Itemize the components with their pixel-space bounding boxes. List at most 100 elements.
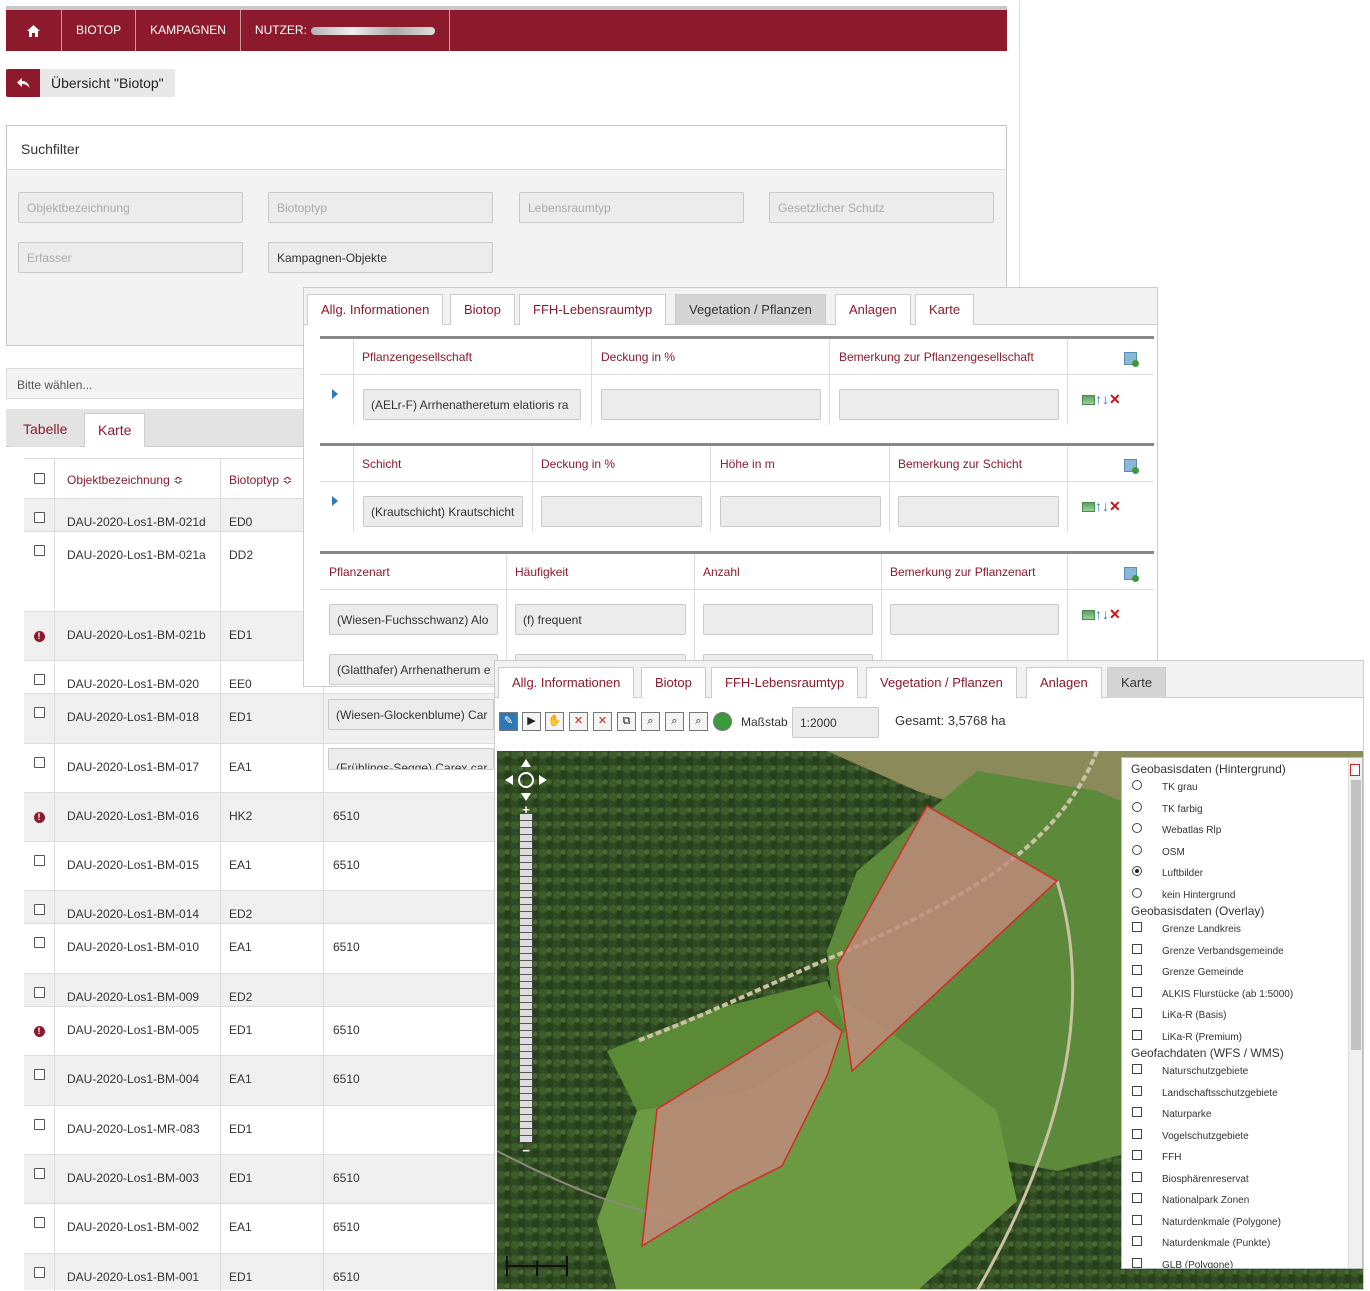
expand-arrow-icon[interactable] [332, 389, 338, 399]
tab-ffh-lebensraumtyp[interactable]: FFH-Lebensraumtyp [519, 294, 667, 325]
move-down-icon[interactable]: ↓ [1102, 498, 1109, 514]
nav-biotop[interactable]: BIOTOP [62, 10, 137, 51]
row-checkbox[interactable] [24, 1056, 54, 1083]
pflanzenart-input[interactable]: (Frühlings-Segge) Carex car [328, 748, 494, 770]
fach-layer-label-1[interactable]: Landschaftsschutzgebiete [1162, 1088, 1278, 1099]
row-checkbox[interactable] [24, 532, 54, 559]
row-checkbox[interactable] [24, 891, 54, 918]
layer-checkbox[interactable] [1132, 1128, 1142, 1139]
tab-vegetation-pflanzen[interactable]: Vegetation / Pflanzen [675, 294, 826, 325]
insert-row-icon[interactable] [1082, 502, 1095, 513]
table-row[interactable]: DAU-2020-Los1-MR-083 ED1 [24, 1105, 524, 1155]
back-button[interactable] [6, 69, 40, 97]
table-row[interactable]: DAU-2020-Los1-BM-010 EA1 6510 [24, 923, 524, 974]
delete-icon[interactable]: ✕ [1109, 606, 1121, 622]
zoom-out-icon[interactable]: ⌕ [689, 712, 708, 731]
delete-polygon-icon[interactable]: ✕ [593, 712, 612, 731]
row-checkbox[interactable] [24, 974, 54, 1001]
fach-layer-label-9[interactable]: GLB (Polygone) [1162, 1260, 1233, 1269]
hoehe-input[interactable] [720, 496, 881, 527]
layer-radio[interactable] [1132, 844, 1142, 855]
table-row[interactable]: DAU-2020-Los1-BM-009 ED2 [24, 973, 524, 1007]
nav-nutzer[interactable]: NUTZER: [241, 10, 450, 51]
split-icon[interactable]: ⧉ [617, 712, 636, 731]
layer-checkbox[interactable] [1132, 1064, 1142, 1074]
layer-checkbox[interactable] [1132, 1029, 1142, 1040]
row-checkbox[interactable] [24, 1106, 54, 1133]
background-layer-label-2[interactable]: Webatlas Rlp [1162, 825, 1221, 836]
table-row[interactable]: DAU-2020-Los1-BM-015 EA1 6510 [24, 841, 524, 891]
row-checkbox[interactable] [24, 694, 54, 721]
table-row[interactable]: DAU-2020-Los1-BM-001 ED1 6510 [24, 1253, 524, 1291]
pencil-icon[interactable]: ✎ [499, 712, 518, 731]
map-canvas[interactable]: + − Geobasisdaten (Hintergrund) TK grau TK… [497, 751, 1363, 1289]
row-checkbox[interactable] [24, 924, 54, 951]
table-row[interactable]: DAU-2020-Los1-BM-014 ED2 [24, 890, 524, 924]
layer-radio[interactable] [1132, 823, 1142, 833]
insert-row-icon[interactable] [1082, 395, 1095, 406]
layer-checkbox[interactable] [1132, 965, 1142, 975]
select-all-checkbox[interactable] [24, 459, 54, 487]
pflanzengesellschaft-input[interactable]: (AELr-F) Arrhenatheretum elatioris ra [363, 389, 581, 420]
tab-ffh-lebensraumtyp[interactable]: FFH-Lebensraumtyp [711, 667, 859, 698]
zoom-slider[interactable] [519, 813, 533, 1143]
background-layer-label-3[interactable]: OSM [1162, 847, 1185, 858]
delete-icon[interactable]: ✕ [1109, 498, 1121, 514]
add-row-icon[interactable] [1124, 567, 1139, 582]
table-row[interactable]: DAU-2020-Los1-BM-004 EA1 6510 [24, 1055, 524, 1106]
pflanzenart-input[interactable]: (Wiesen-Fuchsschwanz) Alo [329, 604, 498, 635]
layer-radio[interactable] [1132, 801, 1142, 812]
fach-layer-label-3[interactable]: Vogelschutzgebiete [1162, 1131, 1249, 1142]
add-row-icon[interactable] [1124, 459, 1139, 474]
table-row[interactable]: DAU-2020-Los1-BM-003 ED1 6510 [24, 1154, 524, 1204]
layer-checkbox[interactable] [1132, 1107, 1142, 1117]
tab-karte[interactable]: Karte [1107, 667, 1167, 698]
overlay-layer-label-0[interactable]: Grenze Landkreis [1162, 924, 1241, 935]
tab-anlagen[interactable]: Anlagen [835, 294, 911, 325]
insert-row-icon[interactable] [1082, 610, 1095, 621]
pointer-icon[interactable]: ▶ [522, 712, 541, 731]
nav-kampagnen[interactable]: KAMPAGNEN [136, 10, 241, 51]
anzahl-input[interactable] [703, 604, 873, 635]
layer-checkbox[interactable] [1132, 1008, 1142, 1018]
layer-checkbox[interactable] [1132, 1171, 1142, 1182]
layer-checkbox[interactable] [1132, 1193, 1142, 1203]
home-icon[interactable] [6, 10, 62, 51]
layer-checkbox[interactable] [1132, 1257, 1142, 1268]
bemerkung-schicht-input[interactable] [898, 496, 1059, 527]
layer-checkbox[interactable] [1132, 986, 1142, 997]
overlay-layer-label-3[interactable]: ALKIS Flurstücke (ab 1:5000) [1162, 989, 1293, 1000]
row-checkbox[interactable] [24, 1254, 54, 1281]
overlay-layer-label-5[interactable]: LiKa-R (Premium) [1162, 1032, 1242, 1043]
fach-layer-label-6[interactable]: Nationalpark Zonen [1162, 1195, 1249, 1206]
add-row-icon[interactable] [1124, 352, 1139, 367]
fach-layer-label-7[interactable]: Naturdenkmale (Polygone) [1162, 1217, 1281, 1228]
table-row[interactable]: ! DAU-2020-Los1-BM-005 ED1 6510 [24, 1006, 524, 1056]
layer-checkbox[interactable] [1132, 922, 1142, 932]
tab-tabelle[interactable]: Tabelle [10, 413, 81, 447]
filter-biotoptyp-input[interactable]: Biotoptyp [268, 192, 493, 223]
tab-allg-informationen[interactable]: Allg. Informationen [498, 667, 635, 698]
background-layer-label-0[interactable]: TK grau [1162, 782, 1198, 793]
overlay-layer-label-4[interactable]: LiKa-R (Basis) [1162, 1010, 1226, 1021]
fach-layer-label-2[interactable]: Naturparke [1162, 1109, 1211, 1120]
tab-biotop[interactable]: Biotop [641, 667, 706, 698]
tab-biotop[interactable]: Biotop [450, 294, 515, 325]
tab-anlagen[interactable]: Anlagen [1026, 667, 1102, 698]
layer-checkbox[interactable] [1132, 1214, 1142, 1225]
tab-karte-list[interactable]: Karte [84, 413, 146, 447]
layer-checkbox[interactable] [1132, 1085, 1142, 1096]
move-up-icon[interactable]: ↑ [1095, 606, 1102, 622]
layer-checkbox[interactable] [1132, 1236, 1142, 1246]
tab-vegetation-pflanzen[interactable]: Vegetation / Pflanzen [866, 667, 1017, 698]
fach-layer-label-4[interactable]: FFH [1162, 1152, 1181, 1163]
row-checkbox[interactable] [24, 499, 54, 526]
row-checkbox[interactable] [24, 661, 54, 688]
filter-objektbezeichnung-input[interactable]: Objektbezeichnung [18, 192, 243, 223]
pflanzenart-input[interactable]: (Wiesen-Glockenblume) Car [328, 699, 494, 730]
filter-schutz-input[interactable]: Gesetzlicher Schutz [769, 192, 994, 223]
layer-checkbox[interactable] [1132, 943, 1142, 954]
background-layer-label-1[interactable]: TK farbig [1162, 804, 1203, 815]
layer-checkbox[interactable] [1132, 1150, 1142, 1160]
move-up-icon[interactable]: ↑ [1095, 391, 1102, 407]
